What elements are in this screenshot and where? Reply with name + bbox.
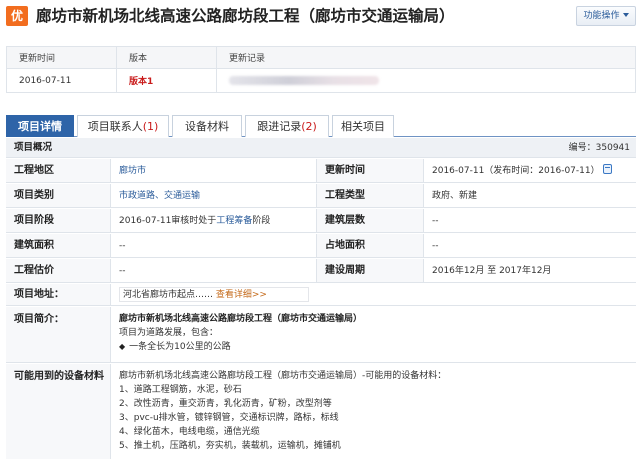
floors-value: -- (432, 216, 439, 226)
eng-type-value: 政府、新建 (432, 191, 478, 201)
page-title: 廊坊市新机场北线高速公路廊坊段工程（廊坊市交通运输局） (36, 7, 455, 25)
col-update-record: 更新记录 (216, 46, 636, 69)
overview-header: 项目概况 编号：350941 (6, 138, 636, 158)
cost-value: -- (119, 266, 126, 276)
area-value: -- (119, 241, 126, 251)
land-label: 占地面积 (316, 234, 424, 257)
function-menu-button[interactable]: 功能操作 (576, 6, 636, 26)
version-table: 更新时间 版本 更新记录 2016-07-11 版本1 (6, 46, 636, 93)
table-row: 2016-07-11 版本1 (6, 68, 636, 93)
overview-label: 项目概况 (14, 142, 53, 153)
tab-related[interactable]: 相关项目 (332, 115, 394, 137)
chevron-down-icon (622, 13, 629, 17)
tab-contacts[interactable]: 项目联系人(1) (77, 115, 169, 137)
category-label: 项目类别 (6, 184, 111, 207)
intro-title: 廊坊市新机场北线高速公路廊坊段工程（廊坊市交通运输局） (119, 314, 363, 324)
page-header: 优 廊坊市新机场北线高速公路廊坊段工程（廊坊市交通运输局） 功能操作 (0, 0, 640, 38)
area-label: 建筑面积 (6, 234, 111, 257)
intro-label: 项目简介： (6, 307, 111, 362)
col-update-time: 更新时间 (6, 46, 117, 69)
address-label: 项目地址： (6, 284, 111, 305)
address-row: 项目地址： 河北省廊坊市起点…… 查看详细>> (6, 284, 636, 306)
function-menu-label: 功能操作 (583, 11, 620, 21)
land-value: -- (432, 241, 439, 251)
tab-equipment[interactable]: 设备材料 (172, 115, 242, 137)
eng-type-label: 工程类型 (316, 184, 424, 207)
equipment-line: 2、改性沥青，重交沥青，乳化沥青，矿粉，改型剂等 (119, 399, 332, 409)
tab-project-details[interactable]: 项目详情 (6, 115, 74, 137)
version-link[interactable]: 版本1 (116, 68, 217, 93)
floors-label: 建筑层数 (316, 209, 424, 232)
diamond-bullet-icon: ◆ (119, 342, 126, 351)
equipment-label: 可能用到的设备材料 (6, 364, 111, 459)
equipment-line: 1、道路工程钢筋，水泥，砂石 (119, 385, 242, 395)
intro-line1: 项目为道路发展，包含： (119, 328, 219, 338)
tab-bar: 项目详情 项目联系人(1) 设备材料 跟进记录(2) 相关项目 (6, 113, 636, 137)
period-value: 2016年12月 至 2017年12月 (432, 266, 552, 276)
cost-label: 工程估价 (6, 259, 111, 282)
update-label: 更新时间 (316, 159, 424, 182)
field-row: 建筑面积 -- 占地面积 -- (6, 234, 636, 258)
equipment-row: 可能用到的设备材料 廊坊市新机场北线高速公路廊坊段工程（廊坊市交通运输局）-可能… (6, 364, 636, 459)
category-link[interactable]: 市政道路、交通运输 (119, 184, 200, 208)
stage-label: 项目阶段 (6, 209, 111, 232)
premium-badge: 优 (6, 6, 28, 26)
period-label: 建设周期 (316, 259, 424, 282)
equipment-line: 5、推土机，压路机，夯实机，装载机，运输机，摊铺机 (119, 441, 341, 451)
intro-line2: ◆ 一条全长为10公里的公路 (119, 342, 231, 352)
field-row: 项目类别 市政道路、交通运输 工程类型 政府、新建 (6, 184, 636, 208)
region-label: 工程地区 (6, 159, 111, 182)
equipment-line: 4、绿化苗木，电线电缆，通信光缆 (119, 427, 260, 437)
intro-row: 项目简介： 廊坊市新机场北线高速公路廊坊段工程（廊坊市交通运输局） 项目为道路发… (6, 307, 636, 363)
update-value: 2016-07-11（发布时间：2016-07-11） (432, 159, 612, 183)
region-link[interactable]: 廊坊市 (119, 159, 146, 183)
equipment-line: 3、pvc-u排水管，镀锌钢管，交通标识牌，路标，标线 (119, 413, 339, 423)
update-record-cell (216, 68, 636, 93)
calendar-icon[interactable] (602, 164, 612, 174)
view-detail-link[interactable]: 查看详细>> (216, 290, 267, 300)
field-row: 项目阶段 2016-07-11审核时处于工程筹备阶段 建筑层数 -- (6, 209, 636, 233)
field-row: 工程地区 廊坊市 更新时间 2016-07-11（发布时间：2016-07-11… (6, 159, 636, 183)
stage-value: 2016-07-11审核时处于工程筹备阶段 (119, 216, 271, 226)
project-number: 编号：350941 (568, 143, 630, 153)
address-value: 河北省廊坊市起点…… 查看详细>> (123, 290, 267, 300)
field-row: 工程估价 -- 建设周期 2016年12月 至 2017年12月 (6, 259, 636, 283)
tab-follow-up[interactable]: 跟进记录(2) (245, 115, 329, 137)
blurred-record (229, 75, 379, 85)
equipment-line: 廊坊市新机场北线高速公路廊坊段工程（廊坊市交通运输局）-可能用的设备材料： (119, 371, 447, 381)
stage-link[interactable]: 工程筹备 (216, 216, 252, 226)
col-version: 版本 (116, 46, 217, 69)
version-time: 2016-07-11 (6, 68, 117, 93)
